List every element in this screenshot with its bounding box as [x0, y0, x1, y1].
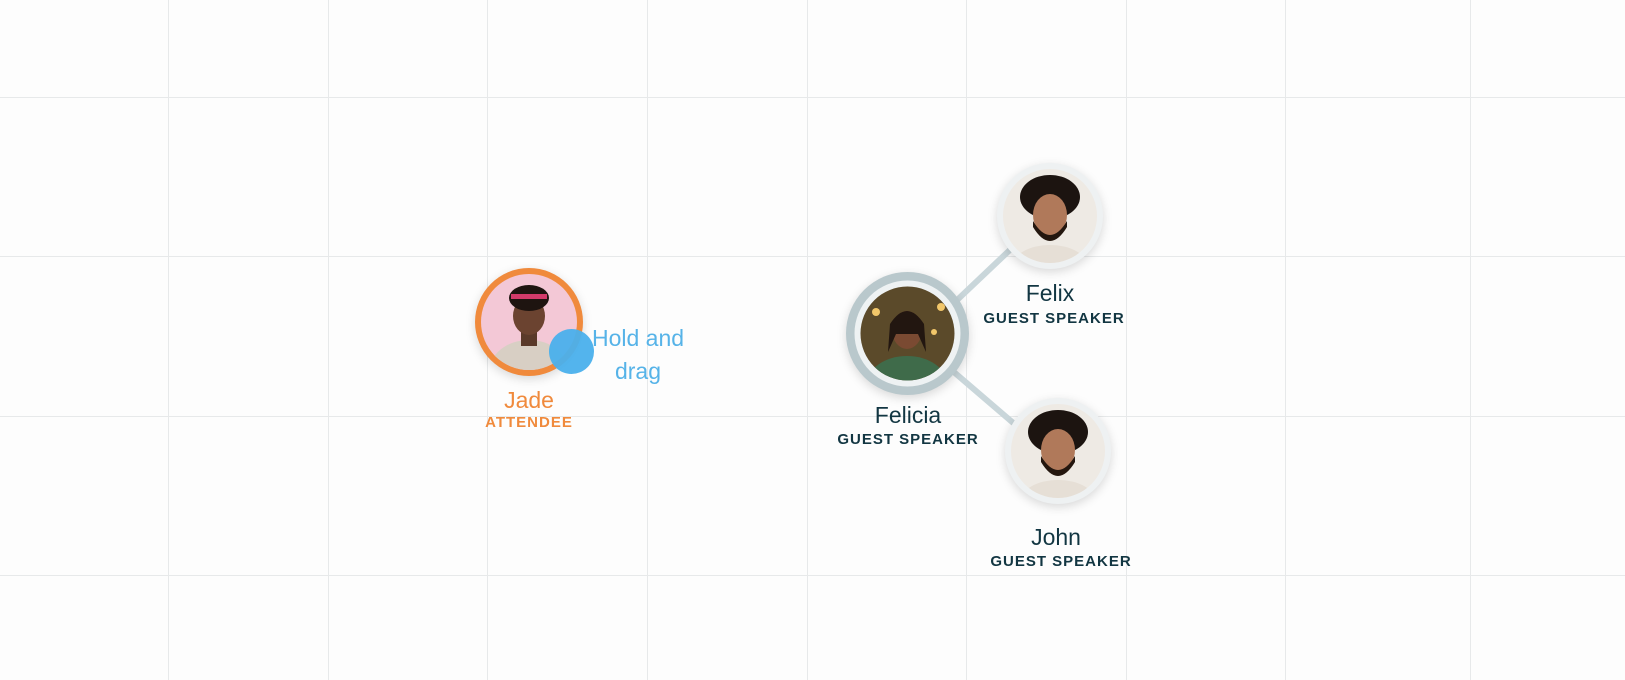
- drag-hint: Hold and drag: [568, 322, 708, 388]
- avatar-john[interactable]: [1005, 398, 1111, 504]
- portrait-felix-image: [1003, 169, 1097, 263]
- person-role-felix: GUEST SPEAKER: [983, 310, 1125, 327]
- connection-lines: [952, 244, 1021, 430]
- drag-hint-line2: drag: [614, 358, 662, 384]
- person-name-jade: Jade: [504, 387, 554, 413]
- avatar-felix[interactable]: [997, 163, 1103, 269]
- drag-hint-line1: Hold and: [591, 325, 685, 351]
- person-role-felicia: GUEST SPEAKER: [837, 431, 979, 448]
- person-name-felix: Felix: [1025, 280, 1075, 306]
- person-name-john: John: [1031, 524, 1081, 550]
- person-role-john: GUEST SPEAKER: [990, 553, 1132, 570]
- person-role-jade: ATTENDEE: [485, 414, 573, 431]
- person-name-felicia: Felicia: [874, 402, 942, 428]
- portrait-john-image: [1011, 404, 1105, 498]
